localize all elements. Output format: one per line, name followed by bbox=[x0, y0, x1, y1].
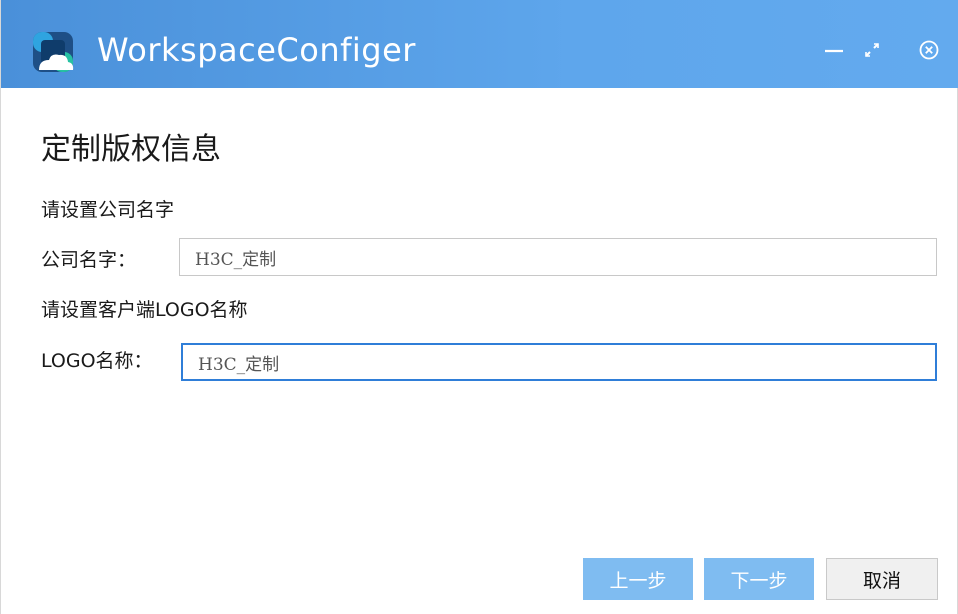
next-step-button[interactable]: 下一步 bbox=[704, 558, 814, 600]
minimize-button[interactable] bbox=[816, 32, 852, 68]
maximize-button[interactable] bbox=[854, 32, 890, 68]
maximize-icon bbox=[865, 43, 879, 57]
company-name-input[interactable] bbox=[179, 238, 937, 276]
minimize-icon bbox=[825, 49, 843, 53]
company-field-label: 公司名字： bbox=[41, 249, 137, 271]
company-section-label: 请设置公司名字 bbox=[41, 199, 175, 221]
title-bar[interactable]: WorkspaceConfiger bbox=[1, 0, 958, 88]
app-logo-icon bbox=[33, 32, 74, 72]
previous-step-button[interactable]: 上一步 bbox=[583, 558, 693, 600]
close-button[interactable] bbox=[911, 32, 947, 68]
app-window: WorkspaceConfiger 定制版权信息 请设置公司名字 公司名字： H… bbox=[0, 0, 958, 614]
page-title: 定制版权信息 bbox=[41, 132, 221, 167]
logo-field-label: LOGO名称： bbox=[41, 350, 153, 372]
close-circle-icon bbox=[919, 40, 939, 60]
logo-section-label: 请设置客户端LOGO名称 bbox=[41, 299, 248, 321]
cancel-button[interactable]: 取消 bbox=[826, 558, 938, 600]
app-title: WorkspaceConfiger bbox=[97, 31, 416, 69]
logo-name-input[interactable] bbox=[181, 343, 937, 381]
wizard-content: 定制版权信息 请设置公司名字 公司名字： 请设置客户端LOGO名称 LOGO名称… bbox=[1, 88, 958, 614]
